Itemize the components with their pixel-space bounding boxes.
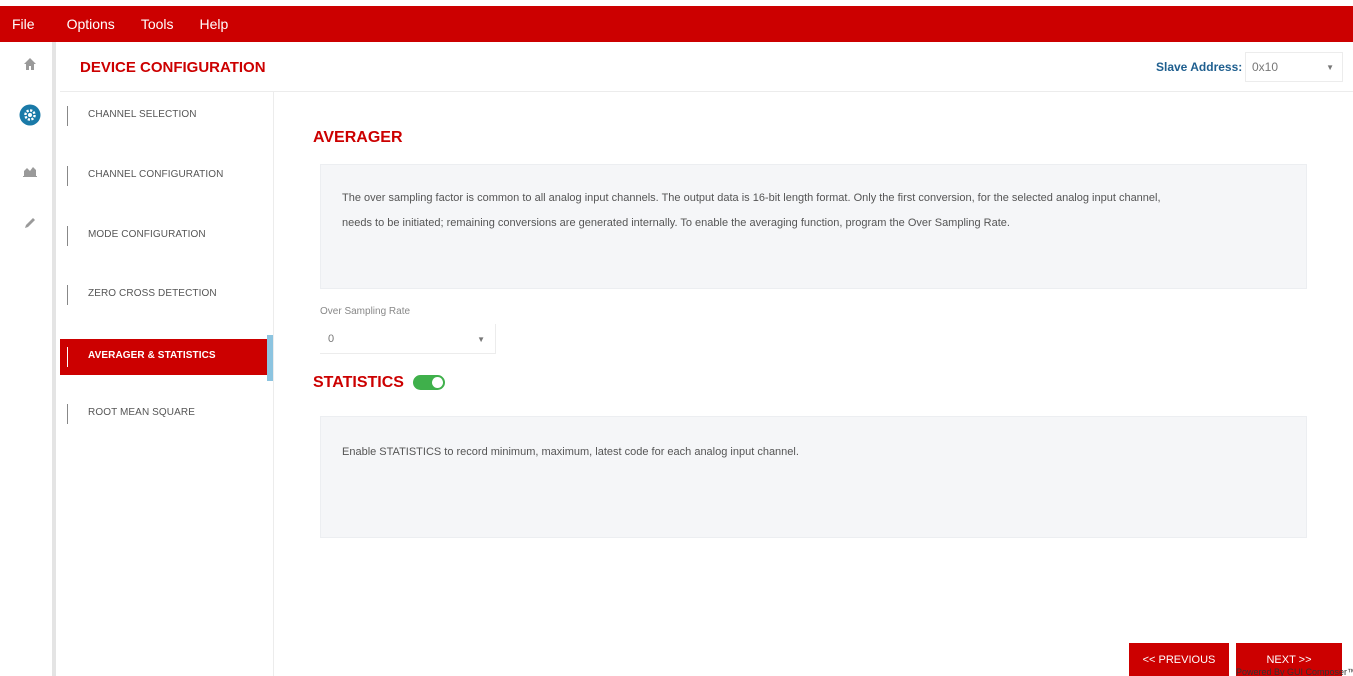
powered-by-text: Powered By GUI Composer™: [1236, 667, 1353, 676]
chevron-down-icon: ▼: [477, 335, 485, 344]
config-sidebar: CHANNEL SELECTION CHANNEL CONFIGURATION …: [60, 92, 274, 676]
averager-title: AVERAGER: [313, 129, 403, 146]
chevron-down-icon: ▼: [1326, 63, 1334, 72]
previous-button[interactable]: << PREVIOUS: [1129, 643, 1229, 676]
sidebar-item-label: CHANNEL CONFIGURATION: [88, 169, 224, 180]
page-header: DEVICE CONFIGURATION Slave Address: 0x10…: [60, 42, 1353, 92]
statistics-info-box: Enable STATISTICS to record minimum, max…: [320, 416, 1307, 538]
statistics-description: Enable STATISTICS to record minimum, max…: [342, 446, 799, 458]
sidebar-item-label: MODE CONFIGURATION: [88, 229, 206, 240]
sidebar-item-mode-configuration[interactable]: MODE CONFIGURATION: [60, 218, 268, 254]
gear-icon[interactable]: [18, 103, 42, 127]
slave-address-select[interactable]: 0x10 ▼: [1245, 52, 1343, 82]
slave-address-label: Slave Address:: [1156, 60, 1243, 74]
divider: [67, 347, 68, 367]
sidebar-item-zero-cross-detection[interactable]: ZERO CROSS DETECTION: [60, 277, 268, 313]
active-item-indicator: [267, 335, 273, 381]
sidebar-item-label: ROOT MEAN SQUARE: [88, 407, 195, 418]
averager-description-line-1: The over sampling factor is common to al…: [342, 192, 1161, 204]
page-title: DEVICE CONFIGURATION: [80, 59, 266, 76]
menu-file[interactable]: File: [12, 16, 35, 32]
sidebar-item-label: CHANNEL SELECTION: [88, 109, 197, 120]
toggle-knob: [432, 377, 443, 388]
menu-bar: File Options Tools Help: [0, 6, 1353, 42]
left-icon-rail: [0, 42, 56, 676]
sidebar-item-label: ZERO CROSS DETECTION: [88, 288, 217, 299]
sidebar-item-averager-statistics[interactable]: AVERAGER & STATISTICS: [60, 339, 268, 375]
divider: [67, 226, 68, 246]
pencil-icon[interactable]: [18, 211, 42, 235]
menu-help[interactable]: Help: [200, 16, 229, 32]
main-content: AVERAGER The over sampling factor is com…: [275, 92, 1353, 676]
averager-description-line-2: needs to be initiated; remaining convers…: [342, 217, 1010, 229]
home-icon[interactable]: [18, 52, 42, 76]
menu-options[interactable]: Options: [67, 16, 115, 32]
slave-address-value: 0x10: [1252, 60, 1279, 74]
over-sampling-rate-value: 0: [328, 333, 335, 345]
statistics-title: STATISTICS: [313, 374, 404, 391]
menu-tools[interactable]: Tools: [141, 16, 174, 32]
over-sampling-rate-label: Over Sampling Rate: [320, 306, 411, 317]
chart-icon[interactable]: [18, 159, 42, 183]
sidebar-item-channel-selection[interactable]: CHANNEL SELECTION: [60, 98, 268, 134]
divider: [67, 285, 68, 305]
sidebar-item-label: AVERAGER & STATISTICS: [88, 350, 216, 361]
statistics-toggle[interactable]: [413, 375, 445, 390]
over-sampling-rate-select[interactable]: 0 ▼: [320, 324, 496, 354]
divider: [67, 404, 68, 424]
divider: [67, 166, 68, 186]
sidebar-item-root-mean-square[interactable]: ROOT MEAN SQUARE: [60, 396, 268, 432]
averager-info-box: The over sampling factor is common to al…: [320, 164, 1307, 289]
divider: [67, 106, 68, 126]
sidebar-item-channel-configuration[interactable]: CHANNEL CONFIGURATION: [60, 158, 268, 194]
